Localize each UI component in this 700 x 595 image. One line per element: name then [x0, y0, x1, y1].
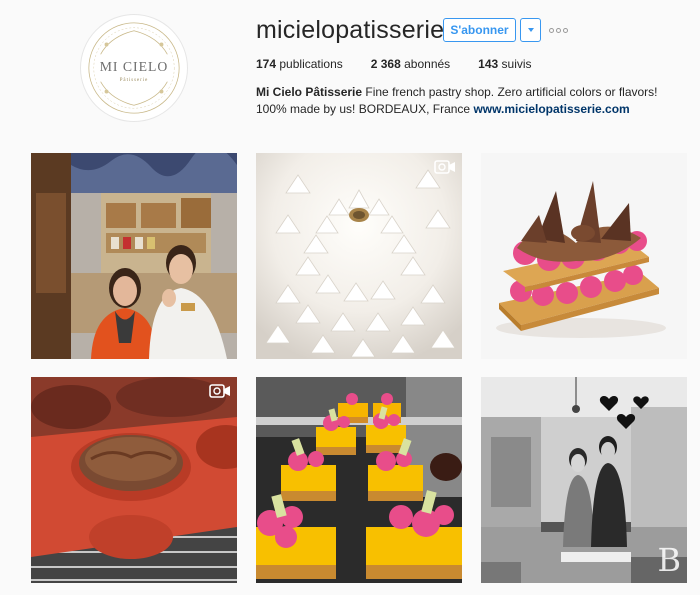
posts-count: 174 — [256, 57, 277, 71]
post-image-couple — [31, 153, 237, 359]
post-tile[interactable]: B — [481, 377, 687, 583]
profile-bio: Mi Cielo Pâtisserie Fine french pastry s… — [256, 84, 686, 118]
followers-count: 2 368 — [370, 57, 401, 71]
chevron-down-icon — [527, 28, 534, 32]
followers-label: abonnés — [404, 57, 451, 71]
profile-username: micielopatisserie — [256, 16, 445, 44]
post-tile[interactable] — [256, 377, 462, 583]
more-dot — [556, 27, 561, 33]
following-stat[interactable]: 143 suivis — [478, 57, 531, 71]
post-image-millefeuille — [481, 153, 687, 359]
bio-website-link[interactable]: www.micielopatisserie.com — [473, 102, 629, 116]
following-count: 143 — [478, 57, 499, 71]
watermark-logo: B — [657, 541, 681, 579]
post-image-meringue — [256, 153, 462, 359]
post-tile[interactable] — [31, 377, 237, 583]
video-camera-icon — [209, 383, 231, 399]
more-options-button[interactable] — [549, 26, 571, 34]
posts-grid: B — [31, 153, 687, 583]
followers-stat[interactable]: 2 368 abonnés — [371, 57, 450, 71]
follow-button[interactable]: S'abonner — [443, 18, 516, 42]
post-image-owners — [481, 377, 687, 583]
more-dot — [563, 27, 568, 33]
follow-dropdown-button[interactable] — [520, 18, 541, 42]
post-image-mold — [31, 377, 237, 583]
following-label: suivis — [501, 57, 532, 71]
avatar-logo-text: MI CIELO — [100, 59, 169, 74]
post-image-tartlets — [256, 377, 462, 583]
post-tile[interactable] — [31, 153, 237, 359]
avatar-logo-sub: Pâtisserie — [120, 78, 149, 83]
profile-header: MI CIELO Pâtisserie micielopatisserie S'… — [0, 0, 700, 140]
profile-avatar[interactable]: MI CIELO Pâtisserie — [80, 14, 188, 122]
more-options-icon — [549, 27, 554, 33]
video-camera-icon — [434, 159, 456, 175]
posts-stat: 174 publications — [256, 57, 343, 71]
profile-stats: 174 publications 2 368 abonnés 143 suivi… — [256, 57, 560, 71]
post-tile[interactable] — [256, 153, 462, 359]
posts-label: publications — [279, 57, 343, 71]
bio-name: Mi Cielo Pâtisserie — [256, 85, 363, 99]
post-tile[interactable] — [481, 153, 687, 359]
